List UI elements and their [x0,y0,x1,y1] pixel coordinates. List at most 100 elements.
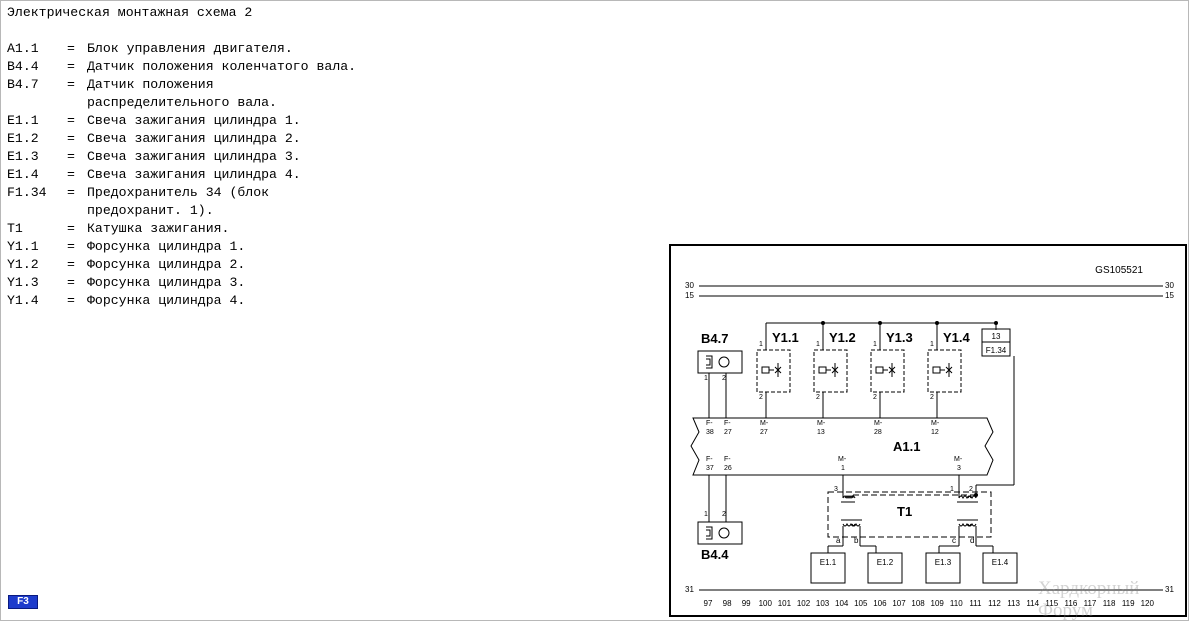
coil-primary-winding [958,495,977,500]
legend-item: Y1.3 = Форсунка цилиндра 3. [7,274,356,292]
legend-item: F1.34 = Предохранитель 34 (блок [7,184,356,202]
supply-junction-dot [994,321,998,325]
legend-description: Свеча зажигания цилиндра 4. [87,167,301,182]
legend-item: E1.4 = Свеча зажигания цилиндра 4. [7,166,356,184]
injector-pin-label: 2 [873,394,877,401]
rail-15-label-left: 15 [685,291,694,300]
legend-description-continued: предохранит. 1). [87,203,214,218]
ecu-pin-number: 28 [874,429,882,436]
legend-separator: = [67,239,75,254]
legend-item: B4.4 = Датчик положения коленчатого вала. [7,58,356,76]
grid-number: 101 [778,599,792,608]
coil-output-pin-label: c [952,536,956,545]
ecu-pin-prefix: M- [931,420,940,427]
grid-number: 98 [723,599,732,608]
legend-code: Y1.2 [7,257,39,272]
cam-sensor-pin-label: 1 [704,375,708,382]
grid-number: 111 [969,599,982,608]
grid-number: 102 [797,599,811,608]
legend-separator: = [67,41,75,56]
ecu-pin-number: 13 [817,429,825,436]
ecu-pin-number: 26 [724,465,732,472]
legend-separator: = [67,59,75,74]
ecu-pin-prefix: F- [724,456,731,463]
ecu-pin-prefix: M- [817,420,826,427]
legend-description: Свеча зажигания цилиндра 1. [87,113,301,128]
ecu-pin-prefix: M- [874,420,883,427]
ecu-pin-prefix: F- [706,456,713,463]
legend-item: B4.7 = Датчик положения [7,76,356,94]
grid-number: 112 [988,599,1001,608]
legend-separator: = [67,131,75,146]
injector-coil-symbol [818,366,827,374]
legend-description: Катушка зажигания. [87,221,230,236]
grid-number: 105 [854,599,868,608]
legend-description: Форсунка цилиндра 1. [87,239,246,254]
coil-secondary-winding [842,522,861,527]
ecu-pin-number: 27 [760,429,768,436]
coil-pin-label: 3 [834,486,838,493]
legend-separator: = [67,77,75,92]
injector-pin-label: 2 [816,394,820,401]
sensor-symbol [706,355,713,369]
fuse-number: 13 [992,332,1001,341]
injector-pin-label: 1 [930,341,934,348]
grid-number: 103 [816,599,830,608]
legend-code: Y1.1 [7,239,39,254]
legend-item: Y1.2 = Форсунка цилиндра 2. [7,256,356,274]
wiring-diagram: GS105521 30 15 30 15 13 F1.34 1 Y1.1 2 M- 27 1 Y1.2 2 M… [669,244,1187,617]
injector-pin-label: 2 [759,394,763,401]
ecu-pin-prefix: M- [760,420,769,427]
f3-button[interactable]: F3 [8,595,38,609]
legend-separator: = [67,293,75,308]
grid-number: 97 [704,599,713,608]
legend-description-continued: распределительного вала. [87,95,277,110]
legend-description: Свеча зажигания цилиндра 3. [87,149,301,164]
grid-number: 104 [835,599,849,608]
legend-code: B4.4 [7,59,39,74]
coil-pin-label: 2 [969,486,973,493]
injector-coil-symbol [875,366,884,374]
grid-number: 100 [759,599,773,608]
legend-code: Y1.4 [7,293,39,308]
legend-item: E1.1 = Свеча зажигания цилиндра 1. [7,112,356,130]
rail-31-label-left: 31 [685,585,694,594]
legend-item: A1.1 = Блок управления двигателя. [7,40,356,58]
ecu-pin-number: 38 [706,429,714,436]
legend-code: E1.1 [7,113,39,128]
spark-plug-label: E1.3 [935,558,952,567]
legend-item: E1.3 = Свеча зажигания цилиндра 3. [7,148,356,166]
legend-description: Форсунка цилиндра 3. [87,275,246,290]
legend-separator: = [67,167,75,182]
grid-number: 107 [892,599,906,608]
injector-pin-label: 2 [930,394,934,401]
ecu-pin-number: 27 [724,429,732,436]
legend-code: E1.2 [7,131,39,146]
legend-separator: = [67,149,75,164]
rail-15-label-right: 15 [1165,291,1174,300]
spark-plug-label: E1.1 [820,558,837,567]
ecu-pin-prefix: M- [838,456,847,463]
grid-number: 118 [1103,599,1116,608]
legend-item: Y1.1 = Форсунка цилиндра 1. [7,238,356,256]
sensor-symbol-circle [718,356,730,368]
ecu-pin-number: 12 [931,429,939,436]
grid-number: 115 [1045,599,1058,608]
legend-description: Форсунка цилиндра 4. [87,293,246,308]
legend-separator: = [67,275,75,290]
sensor-symbol [706,526,713,540]
legend-item: E1.2 = Свеча зажигания цилиндра 2. [7,130,356,148]
legend-separator: = [67,257,75,272]
rail-31-label-right: 31 [1165,585,1174,594]
injector-coil-symbol [761,366,770,374]
legend-separator: = [67,221,75,236]
legend-title: Электрическая монтажная схема 2 [7,5,253,20]
crank-sensor-pin-label: 1 [704,511,708,518]
legend-item: T1 = Катушка зажигания. [7,220,356,238]
grid-number: 108 [911,599,925,608]
ecu-pin-number: 1 [841,465,845,472]
coil-output-pin-label: a [836,536,841,545]
coil-pin-label: 1 [950,486,954,493]
legend-description: Датчик положения [87,77,214,92]
coil-output-pin-label: d [970,536,974,545]
